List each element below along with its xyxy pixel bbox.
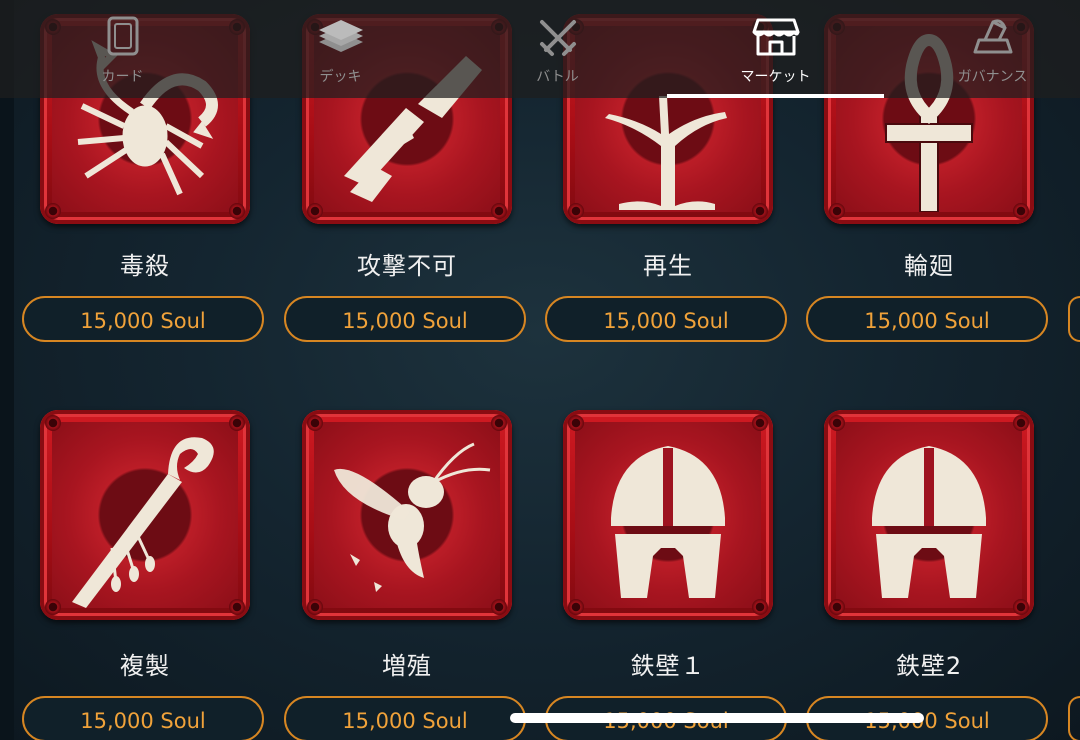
skill-tile[interactable] <box>563 410 773 620</box>
item-name: 再生 <box>643 252 693 280</box>
staff-icon <box>72 437 214 608</box>
tab-label: ガバナンス <box>957 69 1028 85</box>
skill-tile[interactable] <box>40 410 250 620</box>
tab-label: マーケット <box>740 69 811 85</box>
tab-card[interactable]: カード <box>14 0 231 98</box>
deck-icon <box>318 20 363 52</box>
next-item-peek <box>1068 296 1080 342</box>
item-name: 増殖 <box>382 652 432 680</box>
price-button[interactable]: 15,000 Soul <box>545 296 787 342</box>
tab-battle[interactable]: バトル <box>449 0 666 98</box>
next-item-peek <box>1068 696 1080 740</box>
item-name: 毒殺 <box>120 252 170 280</box>
price-button[interactable]: 15,000 Soul <box>806 296 1048 342</box>
item-name: 鉄壁１ <box>630 652 706 680</box>
tab-governance[interactable]: ガバナンス <box>884 0 1080 98</box>
item-name: 鉄壁2 <box>895 652 963 680</box>
price-button[interactable]: 15,000 Soul <box>22 296 264 342</box>
helmet-icon <box>872 446 986 598</box>
store-icon <box>752 18 799 56</box>
price-button[interactable]: 15,000 Soul <box>284 296 526 342</box>
price-button[interactable]: 15,000 Soul <box>284 696 526 740</box>
home-indicator[interactable] <box>510 713 924 723</box>
price-button[interactable]: 15,000 Soul <box>22 696 264 740</box>
wasp-icon <box>334 442 491 592</box>
tab-label: バトル <box>536 69 579 85</box>
item-name: 攻撃不可 <box>357 252 457 280</box>
vote-icon <box>973 19 1012 54</box>
market-screen: 毒殺 15,000 Soul 攻撃不可 15,000 Soul 再生 15,00… <box>0 0 1080 740</box>
crossed-swords-icon <box>539 20 576 56</box>
item-name: 複製 <box>120 652 170 680</box>
active-tab-indicator <box>667 94 884 98</box>
tab-label: カード <box>101 69 144 85</box>
skill-tile[interactable] <box>824 410 1034 620</box>
card-icon <box>107 16 138 56</box>
tab-label: デッキ <box>319 69 362 85</box>
skill-tile[interactable] <box>302 410 512 620</box>
item-name: 輪廻 <box>904 252 954 280</box>
left-edge <box>0 0 14 740</box>
tab-market[interactable]: マーケット <box>667 0 884 98</box>
helmet-icon <box>611 446 725 598</box>
tab-deck[interactable]: デッキ <box>232 0 449 98</box>
top-navigation-bar: カード デッキ バトル マーケット ガバナンス <box>0 0 1080 98</box>
